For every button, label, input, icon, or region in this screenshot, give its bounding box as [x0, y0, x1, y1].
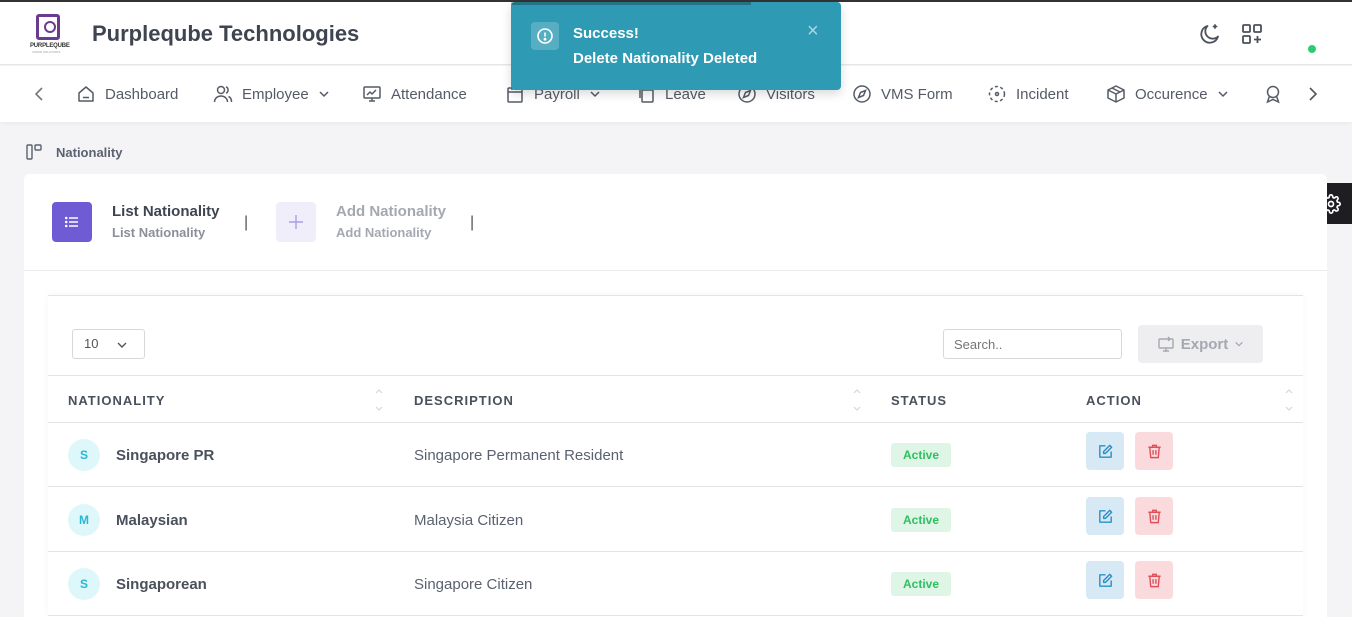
moon-icon[interactable]: [1198, 22, 1222, 46]
tab-separator: |: [470, 214, 475, 231]
chevron-down-icon: [117, 342, 127, 348]
tab-list-nationality-subtitle: List Nationality: [112, 225, 206, 240]
box-icon: [1107, 85, 1125, 103]
nav-item-incident[interactable]: Incident: [987, 82, 1069, 106]
trash-icon: [1147, 509, 1161, 523]
column-header-action[interactable]: ACTION: [1086, 393, 1142, 408]
nav-item-vms-form[interactable]: VMS Form: [852, 82, 953, 106]
monitor-icon: [363, 86, 381, 102]
avatar: S: [68, 568, 100, 600]
apps-add-icon[interactable]: [1240, 22, 1264, 46]
table-row: M Malaysian Malaysia Citizen Active: [48, 488, 1303, 552]
status-badge: Active: [891, 443, 952, 467]
edit-icon: [1098, 509, 1112, 523]
export-button[interactable]: Export: [1138, 325, 1263, 363]
search-input[interactable]: [943, 329, 1122, 359]
tab-row: List Nationality List Nationality | Add …: [24, 174, 1327, 271]
close-icon[interactable]: ×: [807, 20, 819, 43]
export-icon: [1158, 336, 1174, 352]
page-size-select[interactable]: 10: [72, 329, 145, 359]
nav-item-attendance[interactable]: Attendance: [362, 82, 467, 106]
column-header-description[interactable]: DESCRIPTION: [414, 393, 514, 408]
logo-subtext: VISION SOLUTIONS: [32, 50, 61, 54]
breadcrumb: Nationality: [26, 144, 122, 160]
chevron-down-icon: [1235, 341, 1244, 347]
tab-add-nationality-icon-box[interactable]: [276, 202, 316, 242]
nationality-card: List Nationality List Nationality | Add …: [24, 174, 1327, 617]
sort-icon[interactable]: [1284, 386, 1294, 414]
nav-label: Dashboard: [105, 85, 179, 103]
trash-icon: [1147, 444, 1161, 458]
page-size-value: 10: [84, 336, 99, 351]
award-icon[interactable]: [1263, 84, 1283, 104]
tab-add-nationality-subtitle: Add Nationality: [336, 225, 432, 240]
table-row: S Singapore PR Singapore Permanent Resid…: [48, 423, 1303, 487]
company-name: Purpleqube Technologies: [92, 21, 360, 46]
nav-label: Incident: [1016, 85, 1069, 103]
nav-label: VMS Form: [881, 85, 953, 103]
nationality-description: Singapore Citizen: [414, 576, 533, 593]
company-logo[interactable]: PURPLEQUBE VISION SOLUTIONS: [30, 14, 70, 54]
nationality-description: Singapore Permanent Resident: [414, 447, 624, 464]
tab-list-nationality-icon-box[interactable]: [52, 202, 92, 242]
nav-label: Occurence: [1135, 85, 1208, 103]
plus-icon: [289, 215, 303, 229]
toast-title: Success!: [573, 25, 639, 42]
users-icon: [213, 85, 233, 103]
trash-icon: [1147, 573, 1161, 587]
delete-button[interactable]: [1135, 497, 1173, 535]
avatar: S: [68, 439, 100, 471]
sort-icon[interactable]: [852, 386, 862, 414]
list-icon: [64, 216, 78, 228]
chevron-right-icon[interactable]: [1302, 84, 1322, 104]
success-toast: Success! Delete Nationality Deleted ×: [511, 2, 841, 90]
toast-progress-bar: [511, 2, 751, 5]
chevron-down-icon: [1218, 91, 1228, 98]
tab-list-nationality[interactable]: List Nationality: [112, 203, 220, 220]
breadcrumb-current: Nationality: [56, 144, 123, 160]
table-row: S Singaporean Singapore Citizen Active: [48, 552, 1303, 616]
focus-icon: [988, 85, 1006, 103]
nav-label: Attendance: [391, 85, 467, 103]
nav-item-dashboard[interactable]: Dashboard: [76, 82, 178, 106]
nationality-name: Singaporean: [116, 576, 207, 593]
nav-label: Employee: [242, 85, 309, 103]
sort-icon[interactable]: [374, 386, 384, 414]
info-circle-icon: [531, 22, 559, 50]
avatar: M: [68, 504, 100, 536]
edit-button[interactable]: [1086, 497, 1124, 535]
tab-add-nationality[interactable]: Add Nationality: [336, 203, 446, 220]
nationality-name: Singapore PR: [116, 447, 215, 464]
nationality-name: Malaysian: [116, 512, 188, 529]
compass-icon: [853, 85, 871, 103]
delete-button[interactable]: [1135, 561, 1173, 599]
home-icon: [78, 86, 94, 102]
edit-icon: [1098, 444, 1112, 458]
column-header-status[interactable]: STATUS: [891, 393, 947, 408]
edit-icon: [1098, 573, 1112, 587]
online-status-dot: [1308, 45, 1316, 53]
tab-separator: |: [244, 214, 249, 231]
logo-text: PURPLEQUBE: [30, 43, 70, 49]
delete-button[interactable]: [1135, 432, 1173, 470]
status-badge: Active: [891, 508, 952, 532]
chevron-left-icon[interactable]: [30, 84, 50, 104]
table-header: NATIONALITY DESCRIPTION STATUS ACTION: [48, 375, 1303, 423]
logo-mark: [36, 14, 60, 40]
status-badge: Active: [891, 572, 952, 596]
column-header-nationality[interactable]: NATIONALITY: [68, 393, 165, 408]
edit-button[interactable]: [1086, 432, 1124, 470]
layout-icon: [26, 144, 42, 160]
toast-message: Delete Nationality Deleted: [573, 50, 758, 67]
nav-item-occurence[interactable]: Occurence: [1106, 82, 1229, 106]
nav-item-employee[interactable]: Employee: [213, 82, 330, 106]
edit-button[interactable]: [1086, 561, 1124, 599]
table-container: 10 Export NATIONALITY DESCRIPTION STATUS…: [48, 295, 1303, 617]
nationality-description: Malaysia Citizen: [414, 512, 524, 529]
export-label: Export: [1180, 335, 1229, 353]
chevron-down-icon: [319, 91, 329, 98]
